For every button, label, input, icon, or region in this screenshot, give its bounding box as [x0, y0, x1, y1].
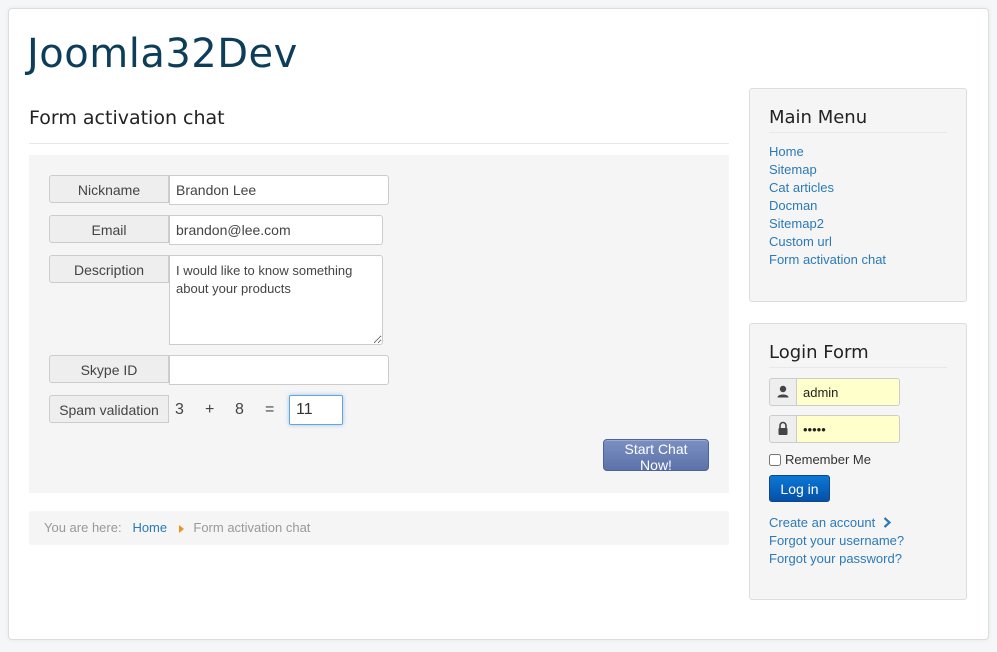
menu-link-custom-url[interactable]: Custom url	[769, 234, 832, 249]
spam-row: Spam validation 3 + 8 =	[49, 395, 369, 427]
login-link-item: Forgot your password?	[769, 550, 947, 568]
menu-link-form-activation-chat[interactable]: Form activation chat	[769, 252, 886, 267]
description-textarea[interactable]: I would like to know something about you…	[169, 255, 383, 345]
start-chat-button[interactable]: Start Chat Now!	[603, 439, 709, 473]
login-module: Login Form Remember Me Log in	[749, 323, 967, 600]
menu-link-cat-articles[interactable]: Cat articles	[769, 180, 834, 195]
forgot-username-link[interactable]: Forgot your username?	[769, 533, 904, 548]
spam-equals: =	[265, 401, 275, 418]
forgot-password-link[interactable]: Forgot your password?	[769, 551, 902, 566]
main-menu-item: Cat articles	[769, 179, 947, 197]
chevron-right-icon	[883, 517, 892, 528]
menu-link-sitemap[interactable]: Sitemap	[769, 162, 817, 177]
lock-icon	[769, 415, 797, 443]
spam-operand-b: 8	[235, 401, 244, 418]
remember-me-checkbox[interactable]	[769, 453, 781, 466]
menu-link-home[interactable]: Home	[769, 144, 804, 159]
login-link-item: Create an account	[769, 514, 947, 532]
main-menu-title: Main Menu	[769, 107, 947, 133]
main-menu-item: Sitemap2	[769, 215, 947, 233]
main-menu-list: Home Sitemap Cat articles Docman Sitemap…	[769, 143, 947, 269]
email-input[interactable]	[169, 215, 383, 245]
breadcrumb-home-link[interactable]: Home	[132, 520, 167, 535]
username-field	[769, 378, 900, 406]
nickname-input[interactable]	[169, 175, 389, 205]
spam-answer-input[interactable]	[289, 395, 343, 425]
password-field	[769, 415, 900, 443]
main-menu-item: Custom url	[769, 233, 947, 251]
main-content: Form activation chat Nickname Email Desc…	[29, 97, 729, 545]
login-form-title: Login Form	[769, 342, 947, 368]
username-input[interactable]	[796, 378, 900, 406]
breadcrumb-separator-icon	[178, 524, 184, 533]
skype-input[interactable]	[169, 355, 389, 385]
main-menu-item: Docman	[769, 197, 947, 215]
remember-me[interactable]: Remember Me	[769, 452, 947, 467]
login-button[interactable]: Log in	[769, 475, 830, 502]
create-account-label: Create an account	[769, 515, 876, 530]
remember-me-label: Remember Me	[785, 452, 871, 467]
create-account-link[interactable]: Create an account	[769, 515, 892, 530]
page-container: Joomla32Dev Form activation chat Nicknam…	[8, 8, 989, 640]
spam-operator: +	[205, 401, 215, 418]
main-menu-item: Home	[769, 143, 947, 161]
description-label: Description	[49, 255, 169, 283]
login-link-item: Forgot your username?	[769, 532, 947, 550]
breadcrumb: You are here: Home Form activation chat	[29, 511, 729, 545]
menu-link-docman[interactable]: Docman	[769, 198, 817, 213]
login-links: Create an account Forgot your username? …	[769, 514, 947, 568]
main-menu-module: Main Menu Home Sitemap Cat articles Docm…	[749, 88, 967, 302]
menu-link-sitemap2[interactable]: Sitemap2	[769, 216, 824, 231]
breadcrumb-current: Form activation chat	[193, 520, 311, 535]
password-input[interactable]	[796, 415, 900, 443]
email-label: Email	[49, 215, 169, 243]
breadcrumb-prefix: You are here:	[44, 520, 122, 535]
spam-operand-a: 3	[175, 401, 184, 418]
chat-form: Nickname Email Description I would like …	[29, 155, 729, 493]
main-menu-item: Form activation chat	[769, 251, 947, 269]
site-title[interactable]: Joomla32Dev	[27, 31, 298, 77]
spam-label: Spam validation	[49, 395, 169, 423]
user-icon	[769, 378, 797, 406]
skype-label: Skype ID	[49, 355, 169, 383]
main-menu-item: Sitemap	[769, 161, 947, 179]
nickname-label: Nickname	[49, 175, 169, 203]
page-title: Form activation chat	[29, 97, 729, 144]
